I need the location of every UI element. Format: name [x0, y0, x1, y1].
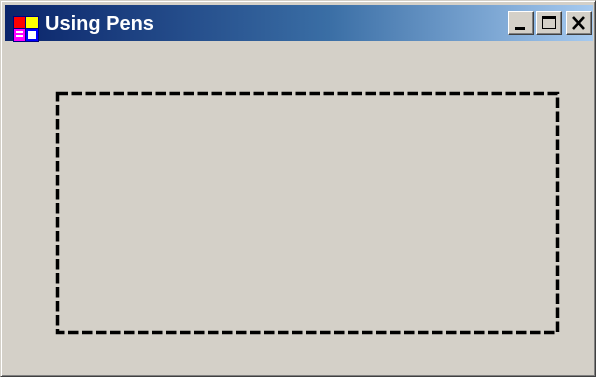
dashed-rectangle	[55, 91, 560, 335]
minimize-button[interactable]	[508, 11, 534, 35]
close-icon	[572, 16, 585, 30]
app-icon[interactable]	[13, 16, 39, 42]
client-area	[5, 45, 591, 372]
maximize-button[interactable]	[536, 11, 562, 35]
close-button[interactable]	[566, 11, 592, 35]
app-window: Using Pens	[0, 0, 596, 377]
window-title: Using Pens	[45, 13, 154, 35]
minimize-icon	[515, 27, 525, 30]
drawing-canvas	[55, 91, 560, 335]
maximize-icon	[542, 16, 556, 29]
